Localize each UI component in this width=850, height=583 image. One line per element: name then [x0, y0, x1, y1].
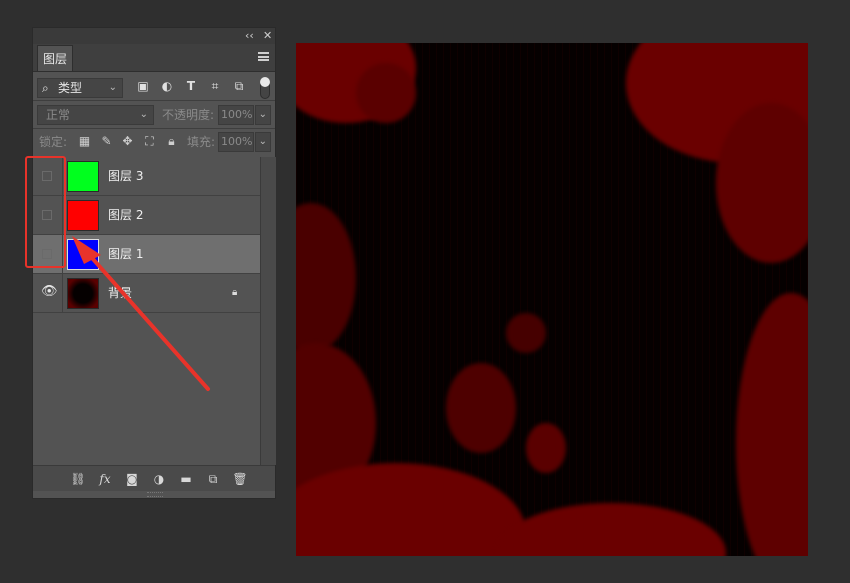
annotation-arrow — [72, 236, 210, 391]
